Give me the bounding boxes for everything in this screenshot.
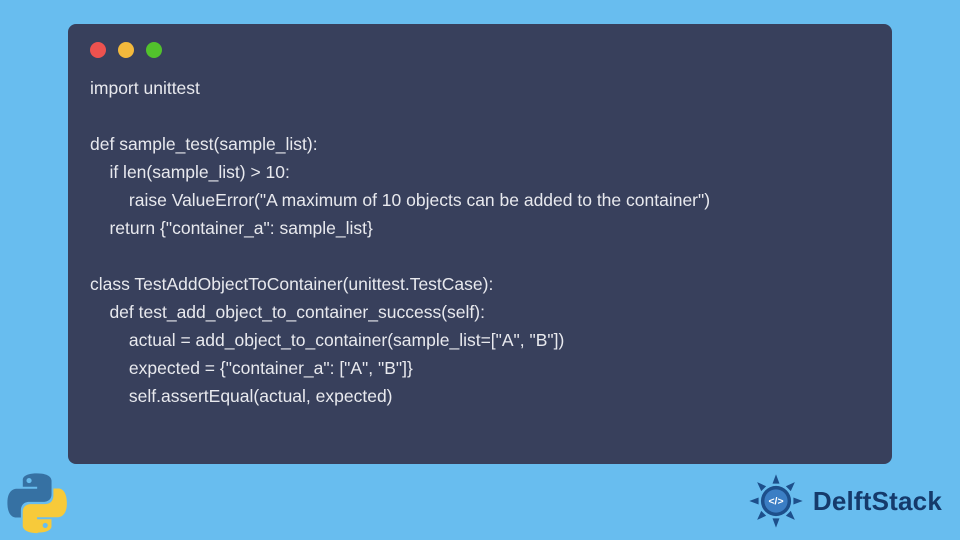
brand-name: DelftStack (813, 486, 942, 517)
python-logo-icon (6, 472, 68, 534)
svg-text:</>: </> (768, 496, 783, 507)
code-block: import unittest def sample_test(sample_l… (90, 74, 870, 410)
delftstack-brand: </> DelftStack (747, 472, 942, 530)
close-icon (90, 42, 106, 58)
window-traffic-lights (90, 42, 870, 58)
delftstack-logo-icon: </> (747, 472, 805, 530)
minimize-icon (118, 42, 134, 58)
maximize-icon (146, 42, 162, 58)
code-window: import unittest def sample_test(sample_l… (68, 24, 892, 464)
